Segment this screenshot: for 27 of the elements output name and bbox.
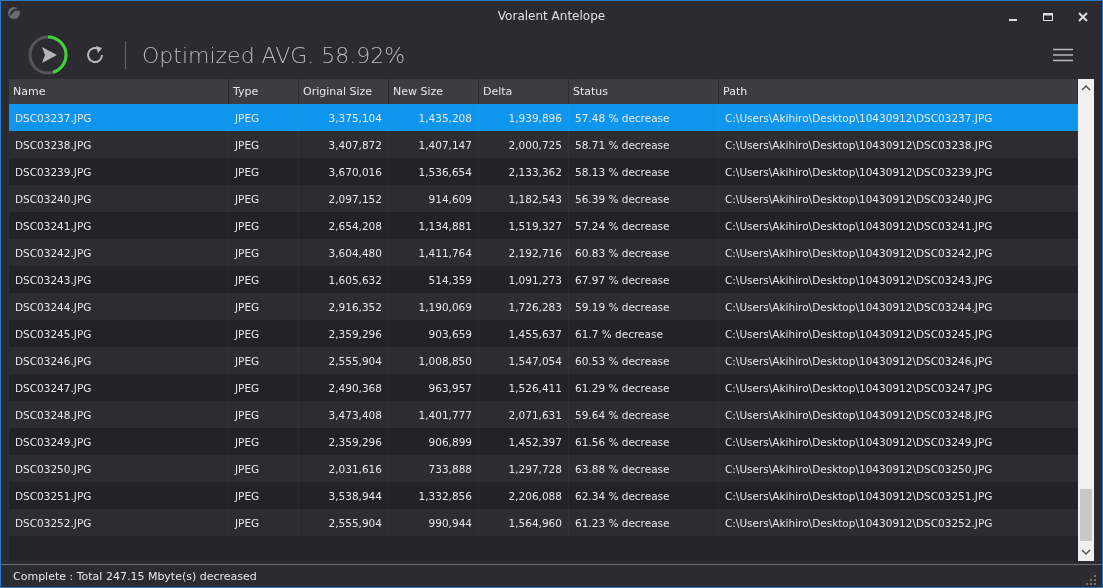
status-cell: 61.23 % decrease (569, 509, 719, 536)
logo-icon (7, 5, 21, 20)
table-row[interactable]: DSC03250.JPG JPEG 2,031,616 733,888 1,297,728 63.88 % decrease C:\Users\Akihiro\Desktop\10430912\DSC03250.JPG (9, 455, 1078, 482)
file-name-cell: DSC03252.JPG (9, 509, 229, 536)
scroll-up-icon[interactable] (1081, 84, 1091, 92)
resize-grip-icon[interactable] (1086, 575, 1096, 585)
table-row[interactable]: DSC03252.JPG JPEG 2,555,904 990,944 1,564,960 61.23 % decrease C:\Users\Akihiro\Desktop\10430912\DSC03252.JPG (9, 509, 1078, 536)
original-size-cell: 2,555,904 (299, 509, 389, 536)
scroll-down-icon[interactable] (1081, 548, 1091, 556)
new-size-cell: 990,944 (389, 509, 479, 536)
scroll-thumb[interactable] (1080, 489, 1092, 541)
table-row[interactable]: DSC03248.JPG JPEG 3,473,408 1,401,777 2,071,631 59.64 % decrease C:\Users\Akihiro\Desktop\10430912\DSC03248.JPG (9, 401, 1078, 428)
status-text: Complete : Total 247.15 Mbyte(s) decreased (13, 569, 257, 583)
close-icon[interactable] (1078, 11, 1088, 22)
menu-button[interactable] (1053, 48, 1073, 62)
table-row[interactable]: DSC03240.JPG JPEG 2,097,152 914,609 1,182,543 56.39 % decrease C:\Users\Akihiro\Desktop\10430912\DSC03240.JPG (9, 185, 1078, 212)
window-title: Voralent Antelope (497, 9, 606, 23)
maximize-icon[interactable] (1043, 11, 1053, 22)
table-row[interactable]: DSC03242.JPG JPEG 3,604,480 1,411,764 2,192,716 60.83 % decrease C:\Users\Akihiro\Desktop\10430912\DSC03242.JPG (9, 239, 1078, 266)
delta-cell: 1,564,960 (479, 509, 569, 536)
scrollbar[interactable] (1078, 79, 1094, 561)
table-row[interactable]: DSC03246.JPG JPEG 2,555,904 1,008,850 1,547,054 60.53 % decrease C:\Users\Akihiro\Desktop\10430912\DSC03246.JPG (9, 347, 1078, 374)
table-row[interactable]: DSC03238.JPG JPEG 3,407,872 1,407,147 2,000,725 58.71 % decrease C:\Users\Akihiro\Desktop\10430912\DSC03238.JPG (9, 131, 1078, 158)
type-cell: JPEG (229, 509, 299, 536)
table-row[interactable]: DSC03244.JPG JPEG 2,916,352 1,190,069 1,726,283 59.19 % decrease C:\Users\Akihiro\Desktop\10430912\DSC03244.JPG (9, 293, 1078, 320)
summary-text: Optimized AVG. 58.92% (142, 42, 406, 68)
play-icon[interactable] (42, 47, 57, 63)
